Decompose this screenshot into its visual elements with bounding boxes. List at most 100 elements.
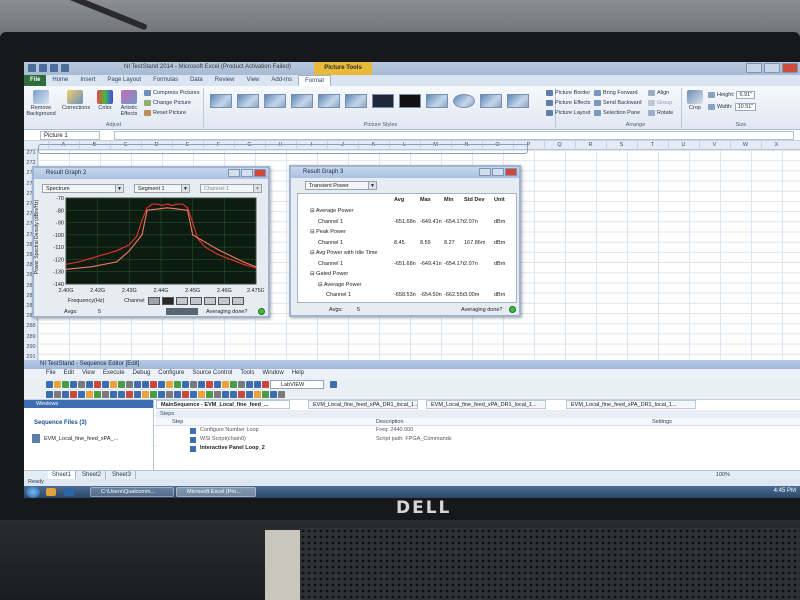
maximize-button[interactable] <box>492 168 504 176</box>
autoscale-icon[interactable] <box>204 297 216 305</box>
export-icon[interactable] <box>218 297 230 305</box>
doc-tab-4[interactable]: EVM_Local_fine_feed_xPA_DR1_local_1... <box>566 400 696 409</box>
toolbar-icon[interactable] <box>254 391 261 398</box>
sequence-files-label[interactable]: Sequence Files (3) <box>34 420 87 426</box>
table-row-label[interactable]: ⊟ Gated Power <box>310 271 348 277</box>
spectrum-chart[interactable]: -70-80-90-100-110-120-130-1402.40G 2.42G 2… <box>42 196 264 298</box>
minimize-button[interactable] <box>746 63 762 73</box>
maximize-button[interactable] <box>241 169 253 177</box>
toolbar-icon[interactable] <box>78 381 85 388</box>
toolbar-icon[interactable] <box>94 381 101 388</box>
tab-add-ins[interactable]: Add-Ins <box>265 75 298 86</box>
column-header[interactable]: W <box>730 141 760 150</box>
column-header[interactable]: T <box>637 141 667 150</box>
picture-style-5[interactable] <box>318 94 340 108</box>
segment-dropdown[interactable]: Segment 1 ▼ <box>134 184 190 193</box>
picture-style-8[interactable] <box>399 94 421 108</box>
toolbar-icon[interactable] <box>62 391 69 398</box>
table-row-label[interactable]: Channel 1 <box>318 261 343 267</box>
measurement-dropdown[interactable]: Spectrum ▼ <box>42 184 124 193</box>
table-row-label[interactable]: ⊟ Avg Power with Idle Time <box>310 250 377 256</box>
toolbar-icon[interactable] <box>222 391 229 398</box>
picture-style-1[interactable] <box>210 94 232 108</box>
toolbar-icon[interactable] <box>158 391 165 398</box>
menu-view[interactable]: View <box>82 369 95 378</box>
toolbar-icon[interactable] <box>230 381 237 388</box>
minimize-button[interactable] <box>479 168 491 176</box>
zoom-icon[interactable] <box>148 297 160 305</box>
toolbar-icon[interactable] <box>126 381 133 388</box>
toolbar-icon[interactable] <box>166 381 173 388</box>
toolbar-icon[interactable] <box>182 381 189 388</box>
picture-style-7[interactable] <box>372 94 394 108</box>
picture-style-10[interactable] <box>453 94 475 108</box>
table-row-label[interactable]: Channel 1 <box>318 219 343 225</box>
tab-home[interactable]: Home <box>46 75 74 86</box>
toolbar-icon[interactable] <box>126 391 133 398</box>
align-button[interactable]: Align <box>648 90 669 96</box>
column-header[interactable]: U <box>668 141 698 150</box>
toolbar-icon[interactable] <box>142 381 149 388</box>
zoom-level[interactable]: 100% <box>716 472 730 478</box>
column-header[interactable]: V <box>699 141 729 150</box>
toolbar-icon[interactable] <box>62 381 69 388</box>
toolbar-icon[interactable] <box>254 381 261 388</box>
color-button[interactable]: Color <box>94 90 116 111</box>
toolbar-icon[interactable] <box>110 391 117 398</box>
column-header[interactable]: R <box>575 141 605 150</box>
row-header[interactable]: 271 <box>24 150 38 156</box>
selection-pane-button[interactable]: Selection Pane <box>594 110 640 116</box>
toolbar-icon[interactable] <box>214 381 221 388</box>
table-row-label[interactable]: Channel 1 <box>326 292 351 298</box>
toolbar-icon[interactable] <box>246 381 253 388</box>
picture-style-4[interactable] <box>291 94 313 108</box>
crop-button[interactable]: Crop <box>684 90 706 111</box>
toolbar-icon[interactable] <box>102 391 109 398</box>
tab-insert[interactable]: Insert <box>74 75 101 86</box>
sequence-file-item[interactable]: EVM_Local_fine_feed_xPA_... <box>44 436 118 442</box>
toolbar-icon[interactable] <box>166 391 173 398</box>
toolbar-icon[interactable] <box>158 381 165 388</box>
toolbar-icon[interactable] <box>222 381 229 388</box>
toolbar-icon[interactable] <box>198 391 205 398</box>
tab-data[interactable]: Data <box>184 75 209 86</box>
column-header[interactable]: S <box>606 141 636 150</box>
toolbar-icon[interactable] <box>246 391 253 398</box>
toolbar-icon[interactable] <box>78 391 85 398</box>
maximize-button[interactable] <box>764 63 780 73</box>
tab-page-layout[interactable]: Page Layout <box>101 75 147 86</box>
picture-effects-button[interactable]: Picture Effects <box>546 100 590 106</box>
menu-debug[interactable]: Debug <box>133 369 151 378</box>
doc-tab-main-sequence[interactable]: MainSequence - EVM_Local_fine_feed_... <box>156 400 290 409</box>
menu-execute[interactable]: Execute <box>103 369 125 378</box>
selected-picture-outline[interactable] <box>38 144 528 154</box>
toolbar-icon[interactable] <box>118 391 125 398</box>
menu-source-control[interactable]: Source Control <box>192 369 232 378</box>
formula-input[interactable] <box>114 131 794 140</box>
close-button[interactable] <box>254 169 266 177</box>
picture-style-12[interactable] <box>507 94 529 108</box>
power-results-table[interactable]: Avg Max Min Std Dev Unit ⊟ Average Power… <box>297 193 517 303</box>
table-row-label[interactable]: ⊟ Average Power <box>318 282 361 288</box>
channel-dropdown[interactable]: Channel 1 ▼ <box>200 184 262 193</box>
picture-style-3[interactable] <box>264 94 286 108</box>
pan-icon[interactable] <box>190 297 202 305</box>
tab-format[interactable]: Format <box>298 75 332 86</box>
toolbar-icon[interactable] <box>70 391 77 398</box>
result-graph-2-window[interactable]: Result Graph 2 Spectrum ▼ Segment 1 ▼ Chan… <box>32 166 270 318</box>
row-header[interactable]: 290 <box>24 344 38 350</box>
tab-review[interactable]: Review <box>209 75 241 86</box>
toolbar-icon[interactable] <box>174 381 181 388</box>
doc-tab-2[interactable]: EVM_Local_fine_feed_xPA_DR1_local_1... <box>308 400 418 409</box>
compress-pictures-button[interactable]: Compress Pictures <box>144 90 199 96</box>
taskbar-excel[interactable]: Microsoft Excel (Pro... <box>176 487 256 497</box>
width-value[interactable]: 10.51" <box>734 103 757 111</box>
toolbar-icon[interactable] <box>110 381 117 388</box>
folder-icon[interactable] <box>46 488 56 496</box>
menu-configure[interactable]: Configure <box>158 369 184 378</box>
toolbar-icon[interactable] <box>174 391 181 398</box>
table-row-label[interactable]: Channel 1 <box>318 240 343 246</box>
toolbar-icon[interactable] <box>238 391 245 398</box>
toolbar-icon[interactable] <box>86 381 93 388</box>
toolbar-icon[interactable] <box>278 391 285 398</box>
